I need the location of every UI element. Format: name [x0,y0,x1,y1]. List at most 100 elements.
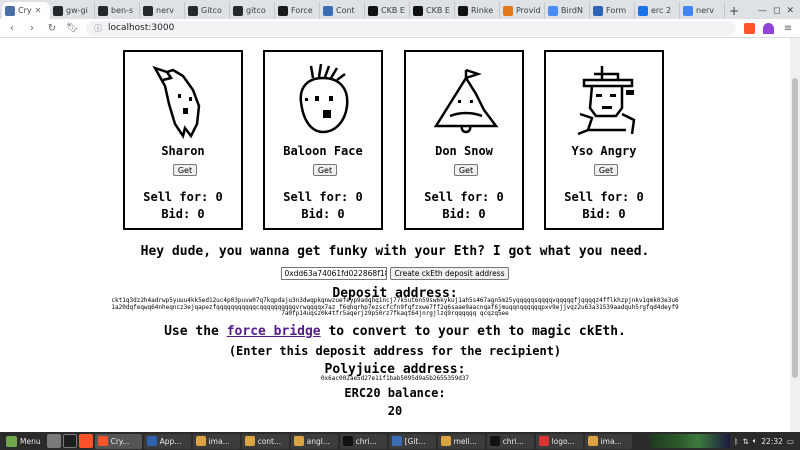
card-name: Don Snow [435,144,493,158]
tab-label: Form [606,6,627,15]
browser-tab[interactable]: gitco [230,2,275,19]
browser-tab[interactable]: Cont [320,2,365,19]
tab-favicon-icon [143,5,153,16]
terminal-launcher-icon[interactable] [62,434,77,448]
tab-label: Rinke [471,6,494,15]
back-icon[interactable]: ‹ [6,23,18,34]
tab-favicon-icon [413,5,423,16]
tab-label: Cry [18,6,32,15]
taskbar-window-button[interactable]: App... [143,433,191,449]
window-app-icon [97,436,108,446]
scrollbar-thumb[interactable] [792,78,798,378]
taskbar-window-button[interactable]: [Git... [388,433,436,449]
os-taskbar: Menu Cry... App... ima... cont... angl... chr… [0,432,800,450]
browser-tab[interactable]: Cry ✕ [2,2,50,19]
volume-icon[interactable]: 🔈︎ [753,436,758,446]
polyjuice-address-value: 0x6ac002ae5d27e11f1bab5095d9a5b2655359d3… [320,375,470,382]
browser-tab[interactable]: ben-s [95,2,140,19]
tab-label: nerv [696,6,715,15]
taskbar-window-button[interactable]: ima... [192,433,240,449]
browser-tab[interactable]: nerv [680,2,725,19]
menu-icon [6,435,17,447]
browser-tab[interactable]: Rinke [455,2,500,19]
window-app-icon [244,436,255,446]
nft-card: Sharon Get Sell for: 0 Bid: 0 [123,50,243,230]
browser-tab[interactable]: nerv [140,2,185,19]
notifications-icon[interactable]: ▭ [787,437,794,446]
page-scrollbar[interactable] [790,38,800,432]
taskbar-window-button[interactable]: chri... [339,433,387,449]
get-button[interactable]: Get [313,164,337,176]
eth-address-input[interactable]: 0xdd63a74061fd022868f18bc [281,267,388,280]
reload-icon[interactable]: ↻ [46,23,58,34]
taskbar-window-button[interactable]: ima... [584,433,632,449]
start-menu-button[interactable]: Menu [2,433,45,449]
force-bridge-link[interactable]: force bridge [227,324,321,339]
tab-favicon-icon [683,5,693,16]
baloon-face-pixel-art [299,64,349,134]
window-title: [Git... [404,436,426,446]
info-icon: ⓘ [94,23,102,33]
bookmark-icon[interactable]: 🔖︎ [66,23,79,34]
tab-favicon-icon [638,5,648,16]
browser-tab[interactable]: Force [275,2,320,19]
window-title: chri... [355,436,377,446]
browser-tab[interactable]: Form [590,2,635,19]
system-tray: ᛒ ⇅ 🔈︎ 22:32 ▭ [649,434,798,448]
files-launcher-icon[interactable] [46,434,61,448]
nft-card: Baloon Face Get Sell for: 0 Bid: 0 [263,50,383,230]
browser-tab-bar: Cry ✕ gw-gi ben-s nerv Gitco gitco Force Cont CKB… [0,0,800,19]
browser-tab[interactable]: Provid [500,2,545,19]
restore-icon[interactable]: ◻ [773,6,780,16]
network-icon[interactable]: ⇅ [742,437,748,446]
brave-launcher-icon[interactable] [78,434,93,448]
tab-label: CKB E [381,6,405,15]
tab-label: gw-gi [66,6,88,15]
tab-label: Force [291,6,313,15]
get-button[interactable]: Get [454,164,478,176]
extensions-menu-icon[interactable]: ≡ [782,23,794,34]
bluetooth-icon[interactable]: ᛒ [734,437,739,446]
forward-icon[interactable]: › [26,23,38,34]
browser-tab[interactable]: Gitco [185,2,230,19]
minimize-icon[interactable]: — [758,6,767,16]
brave-shield-icon[interactable] [744,22,755,34]
tab-label: gitco [246,6,266,15]
clock[interactable]: 22:32 [761,437,783,446]
erc20-balance-value: 20 [387,404,403,418]
tab-favicon-icon [593,5,603,16]
yso-angry-pixel-art [577,66,636,136]
window-app-icon [391,436,402,446]
browser-tab[interactable]: erc 2 [635,2,680,19]
taskbar-window-button[interactable]: chri... [486,433,534,449]
bid-value: Bid: 0 [442,207,486,221]
page-viewport: Sharon Get Sell for: 0 Bid: 0 Baloon Fac… [0,38,790,432]
taskbar-window-button[interactable]: angl... [290,433,338,449]
browser-tab[interactable]: CKB E [365,2,410,19]
tab-label: CKB E [426,6,450,15]
taskbar-window-button[interactable]: mell... [437,433,485,449]
create-deposit-address-button[interactable]: Create ckEth deposit address [390,267,509,280]
tab-favicon-icon [323,5,333,16]
bid-value: Bid: 0 [161,207,205,221]
window-app-icon [587,436,598,446]
taskbar-window-button[interactable]: logo... [535,433,583,449]
browser-tab[interactable]: BirdN [545,2,590,19]
card-name: Yso Angry [571,144,637,158]
don-snow-pixel-art [433,68,499,134]
tab-label: Gitco [201,6,222,15]
close-window-icon[interactable]: ✕ [786,6,794,16]
taskbar-window-button[interactable]: Cry... [94,433,142,449]
browser-tab[interactable]: gw-gi [50,2,95,19]
browser-tab[interactable]: CKB E [410,2,455,19]
tab-label: Cont [336,6,355,15]
tab-close-icon[interactable]: ✕ [35,6,42,15]
get-button[interactable]: Get [594,164,618,176]
brave-rewards-icon[interactable] [763,22,774,34]
taskbar-window-button[interactable]: cont... [241,433,289,449]
address-bar[interactable]: ⓘ localhost:3000 [86,20,736,36]
new-tab-icon[interactable]: + [725,2,743,19]
nft-card: Don Snow Get Sell for: 0 Bid: 0 [404,50,524,230]
get-button[interactable]: Get [173,164,197,176]
window-title: Cry... [110,436,130,446]
